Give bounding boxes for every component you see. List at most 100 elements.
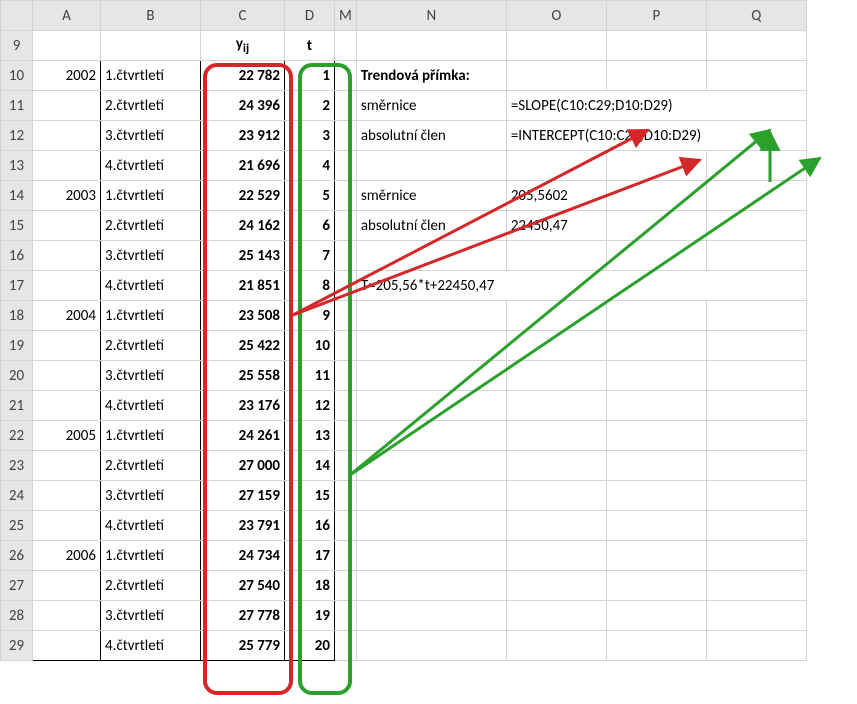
cell-P20[interactable] <box>606 361 706 391</box>
cell-B28[interactable]: 3.čtvrtletí <box>101 601 201 631</box>
cell-Q20[interactable] <box>706 361 806 391</box>
cell-O19[interactable] <box>506 331 606 361</box>
cell-C25[interactable]: 23 791 <box>201 511 285 541</box>
cell-C18[interactable]: 23 508 <box>201 301 285 331</box>
cell-O23[interactable] <box>506 451 606 481</box>
col-header-M[interactable]: M <box>335 1 357 31</box>
cell-C12[interactable]: 23 912 <box>201 121 285 151</box>
cell-P29[interactable] <box>606 631 706 661</box>
cell-N9[interactable] <box>356 31 506 61</box>
cell-P22[interactable] <box>606 421 706 451</box>
row-header-18[interactable]: 18 <box>1 301 33 331</box>
row-header-24[interactable]: 24 <box>1 481 33 511</box>
cell-D19[interactable]: 10 <box>285 331 335 361</box>
row-header-12[interactable]: 12 <box>1 121 33 151</box>
cell-P13[interactable] <box>606 151 706 181</box>
cell-P26[interactable] <box>606 541 706 571</box>
cell-C15[interactable]: 24 162 <box>201 211 285 241</box>
cell-C28[interactable]: 27 778 <box>201 601 285 631</box>
cell-O9[interactable] <box>506 31 606 61</box>
cell-N11[interactable]: směrnice <box>356 91 506 121</box>
row-header-26[interactable]: 26 <box>1 541 33 571</box>
cell-D18[interactable]: 9 <box>285 301 335 331</box>
cell-O29[interactable] <box>506 631 606 661</box>
cell-N27[interactable] <box>356 571 506 601</box>
cell-O27[interactable] <box>506 571 606 601</box>
cell-N17[interactable]: T=205,56*t+22450,47 <box>356 271 806 301</box>
cell-O18[interactable] <box>506 301 606 331</box>
cell-C17[interactable]: 21 851 <box>201 271 285 301</box>
cell-Q14[interactable] <box>706 181 806 211</box>
cell-C11[interactable]: 24 396 <box>201 91 285 121</box>
cell-D22[interactable]: 13 <box>285 421 335 451</box>
cell-A29[interactable] <box>33 631 101 661</box>
row-header-16[interactable]: 16 <box>1 241 33 271</box>
row-header-29[interactable]: 29 <box>1 631 33 661</box>
spreadsheet-grid[interactable]: A B C D M N O P Q 9 yij t 1020021.čtvrtl… <box>0 0 807 661</box>
cell-N28[interactable] <box>356 601 506 631</box>
cell-M26[interactable] <box>335 541 357 571</box>
cell-D16[interactable]: 7 <box>285 241 335 271</box>
row-header-22[interactable]: 22 <box>1 421 33 451</box>
cell-P9[interactable] <box>606 31 706 61</box>
cell-C10[interactable]: 22 782 <box>201 61 285 91</box>
cell-C23[interactable]: 27 000 <box>201 451 285 481</box>
cell-C26[interactable]: 24 734 <box>201 541 285 571</box>
cell-Q26[interactable] <box>706 541 806 571</box>
col-header-N[interactable]: N <box>356 1 506 31</box>
cell-D13[interactable]: 4 <box>285 151 335 181</box>
cell-O14[interactable]: 205,5602 <box>506 181 606 211</box>
cell-A14[interactable]: 2003 <box>33 181 101 211</box>
cell-D9[interactable]: t <box>285 31 335 61</box>
cell-O16[interactable] <box>506 241 606 271</box>
cell-O28[interactable] <box>506 601 606 631</box>
cell-B21[interactable]: 4.čtvrtletí <box>101 391 201 421</box>
cell-B22[interactable]: 1.čtvrtletí <box>101 421 201 451</box>
cell-M9[interactable] <box>335 31 357 61</box>
cell-N13[interactable] <box>356 151 506 181</box>
col-header-O[interactable]: O <box>506 1 606 31</box>
cell-N20[interactable] <box>356 361 506 391</box>
cell-D11[interactable]: 2 <box>285 91 335 121</box>
col-header-B[interactable]: B <box>101 1 201 31</box>
cell-P21[interactable] <box>606 391 706 421</box>
cell-D27[interactable]: 18 <box>285 571 335 601</box>
cell-B24[interactable]: 3.čtvrtletí <box>101 481 201 511</box>
cell-P15[interactable] <box>606 211 706 241</box>
cell-A19[interactable] <box>33 331 101 361</box>
cell-P10[interactable] <box>606 61 706 91</box>
cell-Q29[interactable] <box>706 631 806 661</box>
corner-cell[interactable] <box>1 1 33 31</box>
cell-A11[interactable] <box>33 91 101 121</box>
cell-O13[interactable] <box>506 151 606 181</box>
cell-C21[interactable]: 23 176 <box>201 391 285 421</box>
row-header-23[interactable]: 23 <box>1 451 33 481</box>
cell-P27[interactable] <box>606 571 706 601</box>
cell-D29[interactable]: 20 <box>285 631 335 661</box>
cell-O15[interactable]: 22450,47 <box>506 211 606 241</box>
cell-O11[interactable]: =SLOPE(C10:C29;D10:D29) <box>506 91 806 121</box>
row-header-28[interactable]: 28 <box>1 601 33 631</box>
row-header-25[interactable]: 25 <box>1 511 33 541</box>
cell-D28[interactable]: 19 <box>285 601 335 631</box>
cell-A9[interactable] <box>33 31 101 61</box>
cell-N19[interactable] <box>356 331 506 361</box>
cell-N23[interactable] <box>356 451 506 481</box>
cell-D21[interactable]: 12 <box>285 391 335 421</box>
cell-Q13[interactable] <box>706 151 806 181</box>
cell-D23[interactable]: 14 <box>285 451 335 481</box>
cell-M29[interactable] <box>335 631 357 661</box>
cell-P18[interactable] <box>606 301 706 331</box>
cell-Q19[interactable] <box>706 331 806 361</box>
cell-O20[interactable] <box>506 361 606 391</box>
cell-M10[interactable] <box>335 61 357 91</box>
cell-Q28[interactable] <box>706 601 806 631</box>
row-header-13[interactable]: 13 <box>1 151 33 181</box>
cell-P25[interactable] <box>606 511 706 541</box>
cell-M20[interactable] <box>335 361 357 391</box>
cell-O21[interactable] <box>506 391 606 421</box>
cell-C13[interactable]: 21 696 <box>201 151 285 181</box>
cell-D14[interactable]: 5 <box>285 181 335 211</box>
cell-Q15[interactable] <box>706 211 806 241</box>
cell-D10[interactable]: 1 <box>285 61 335 91</box>
